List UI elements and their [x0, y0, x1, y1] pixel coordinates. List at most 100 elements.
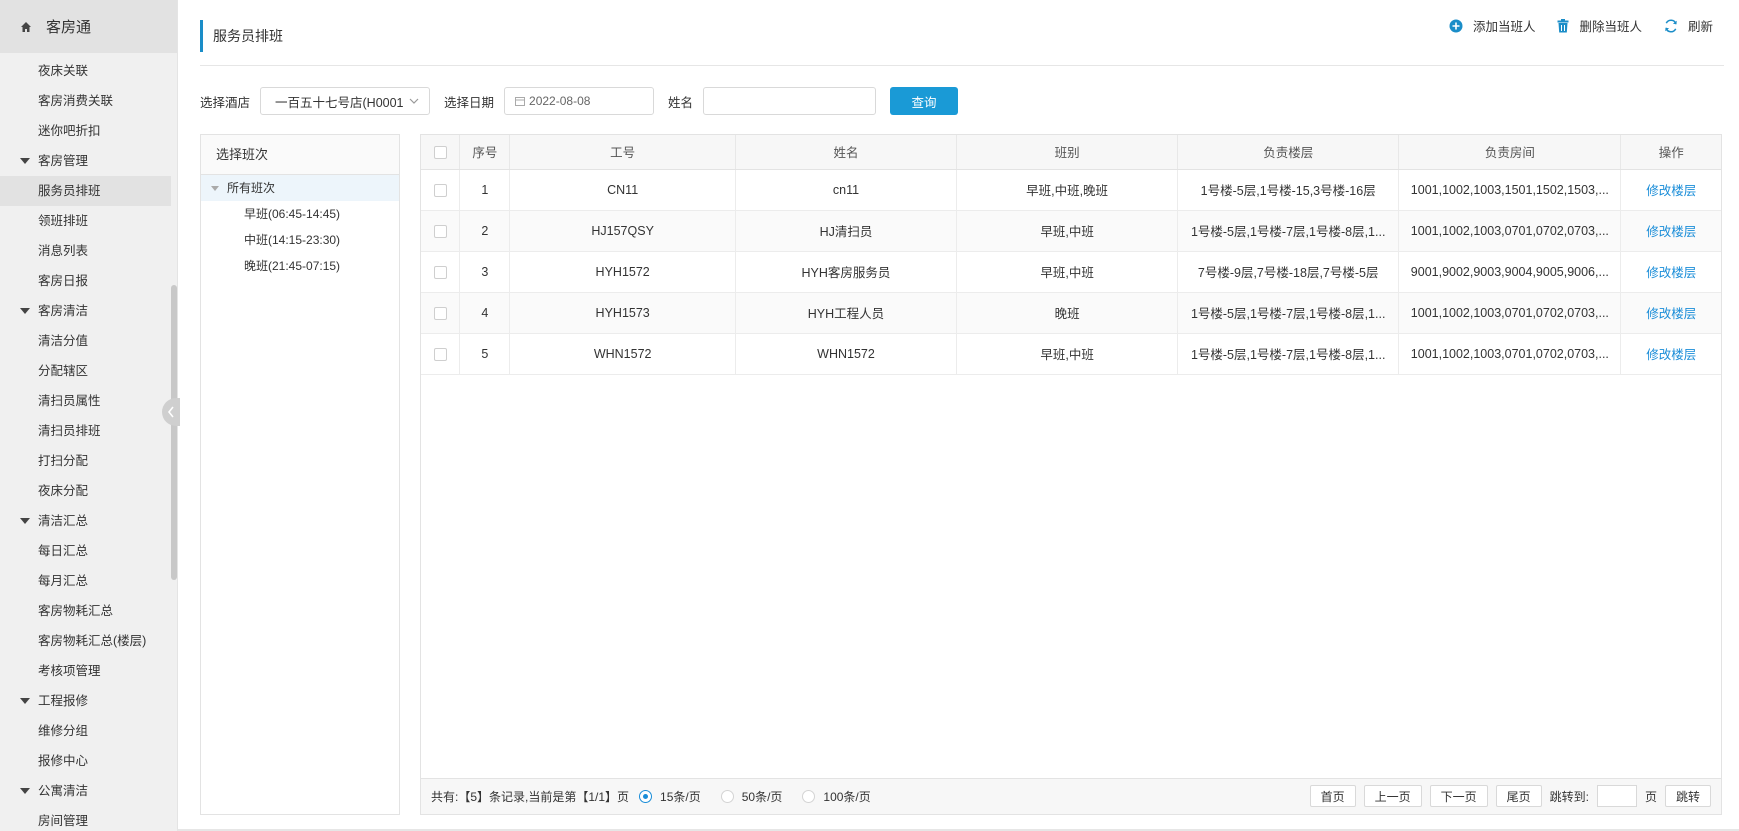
col-header-rooms[interactable]: 负责房间	[1398, 135, 1622, 170]
jump-page-input[interactable]	[1596, 785, 1637, 807]
page-size-label-15: 15条/页	[660, 790, 701, 804]
edit-floors-link[interactable]: 修改楼层	[1646, 225, 1696, 239]
tree-node-morning-shift[interactable]: 早班(06:45-14:45)	[201, 201, 399, 227]
tree-node-middle-shift[interactable]: 中班(14:15-23:30)	[201, 227, 399, 253]
cell-id: HYH1573	[509, 292, 736, 334]
tree-node-night-shift[interactable]: 晚班(21:45-07:15)	[201, 253, 399, 279]
cell-no: 1	[459, 169, 511, 211]
tree-node-all-shifts[interactable]: 所有班次	[201, 175, 399, 201]
prev-page-button[interactable]: 上一页	[1363, 785, 1422, 807]
col-header-id[interactable]: 工号	[509, 135, 736, 170]
row-checkbox[interactable]	[433, 224, 447, 238]
query-button[interactable]: 查询	[890, 87, 959, 115]
hotel-select[interactable]: 一百五十七号店(H0001	[260, 87, 431, 115]
sidebar-group[interactable]: 公寓清洁	[0, 776, 177, 806]
delete-shift-person-button[interactable]: 删除当班人	[1557, 16, 1642, 35]
cell-op: 修改楼层	[1620, 333, 1721, 375]
sidebar-item[interactable]: 房间管理	[0, 806, 177, 831]
cell-floors: 1号楼-5层,1号楼-7层,1号楼-8层,1...	[1177, 333, 1400, 375]
cell-id: WHN1572	[509, 333, 736, 375]
sidebar-scrollbar[interactable]	[171, 285, 177, 580]
col-header-floors[interactable]: 负责楼层	[1177, 135, 1400, 170]
sidebar-group-label: 清洁汇总	[38, 514, 89, 528]
sidebar-item[interactable]: 分配辖区	[0, 356, 177, 386]
sidebar-header[interactable]: 客房通	[0, 0, 177, 53]
sidebar-item[interactable]: 客房物耗汇总	[0, 596, 177, 626]
caret-down-icon	[20, 158, 30, 164]
row-checkbox[interactable]	[433, 183, 447, 197]
jump-button[interactable]: 跳转	[1664, 785, 1711, 807]
edit-floors-link[interactable]: 修改楼层	[1646, 266, 1696, 280]
next-page-button[interactable]: 下一页	[1429, 785, 1488, 807]
sidebar-item[interactable]: 打扫分配	[0, 446, 177, 476]
sidebar-group[interactable]: 工程报修	[0, 686, 177, 716]
refresh-button[interactable]: 刷新	[1664, 16, 1713, 35]
table-row[interactable]: 5 WHN1572 WHN1572 早班,中班 1号楼-5层,1号楼-7层,1号楼-8层…	[421, 333, 1721, 375]
sidebar-item[interactable]: 服务员排班	[0, 176, 171, 206]
edit-floors-link[interactable]: 修改楼层	[1646, 307, 1696, 321]
name-input[interactable]	[703, 87, 877, 115]
page-size-radio-100[interactable]	[802, 790, 816, 803]
sidebar-group[interactable]: 客房管理	[0, 146, 177, 176]
col-header-shift[interactable]: 班别	[956, 135, 1179, 170]
sidebar-group-label: 工程报修	[38, 694, 89, 708]
table-row[interactable]: 1 CN11 cn11 早班,中班,晚班 1号楼-5层,1号楼-15,3号楼-16层 10…	[421, 169, 1721, 211]
hotel-select-value: 一百五十七号店(H0001	[275, 95, 404, 110]
last-page-button[interactable]: 尾页	[1495, 785, 1542, 807]
date-input[interactable]: 2022-08-08	[504, 87, 655, 115]
add-shift-person-button[interactable]: 添加当班人	[1449, 16, 1535, 35]
page-size-radio-50[interactable]	[720, 790, 734, 803]
sidebar-item[interactable]: 清扫员属性	[0, 386, 177, 416]
row-checkbox[interactable]	[433, 265, 447, 279]
header-divider	[200, 65, 1724, 66]
tree-node-label: 所有班次	[227, 181, 276, 195]
cell-floors: 1号楼-5层,1号楼-15,3号楼-16层	[1177, 169, 1400, 211]
cell-no: 2	[459, 210, 511, 252]
cell-id: HYH1572	[509, 251, 736, 293]
sidebar-item[interactable]: 每月汇总	[0, 566, 177, 596]
sidebar-item[interactable]: 客房消费关联	[0, 86, 177, 116]
sidebar-item[interactable]: 考核项管理	[0, 656, 177, 686]
cell-name: HJ清扫员	[735, 210, 958, 252]
table-row[interactable]: 3 HYH1572 HYH客房服务员 早班,中班 7号楼-9层,7号楼-18层,7号楼-…	[421, 251, 1721, 293]
sidebar-item[interactable]: 清洁分值	[0, 326, 177, 356]
cell-select	[421, 292, 461, 334]
pager: 共有:【5】条记录,当前是第【1/1】页 15条/页 50条/页 100条/页 …	[421, 778, 1721, 814]
first-page-button[interactable]: 首页	[1309, 785, 1356, 807]
sidebar-item[interactable]: 每日汇总	[0, 536, 177, 566]
staff-table: 序号 工号 姓名 班别 负责楼层 负责房间 操作 1 CN11 cn11 早班,中班,…	[421, 135, 1721, 375]
col-header-no[interactable]: 序号	[459, 135, 511, 170]
row-checkbox[interactable]	[433, 347, 447, 361]
edit-floors-link[interactable]: 修改楼层	[1646, 184, 1696, 198]
sidebar-item[interactable]: 客房物耗汇总(楼层)	[0, 626, 177, 656]
sidebar-item[interactable]: 报修中心	[0, 746, 177, 776]
table-row[interactable]: 2 HJ157QSY HJ清扫员 早班,中班 1号楼-5层,1号楼-7层,1号楼-8层,…	[421, 210, 1721, 252]
edit-floors-link[interactable]: 修改楼层	[1646, 348, 1696, 362]
date-value: 2022-08-08	[529, 94, 591, 108]
table-panel: 序号 工号 姓名 班别 负责楼层 负责房间 操作 1 CN11 cn11 早班,中班,…	[420, 134, 1722, 815]
sidebar-item[interactable]: 消息列表	[0, 236, 177, 266]
cell-name: HYH工程人员	[735, 292, 958, 334]
sidebar-item[interactable]: 夜床关联	[0, 56, 177, 86]
sidebar-group-label: 客房清洁	[38, 304, 89, 318]
sidebar-item[interactable]: 客房日报	[0, 266, 177, 296]
sidebar-item[interactable]: 夜床分配	[0, 476, 177, 506]
cell-rooms: 1001,1002,1003,0701,0702,0703,...	[1398, 210, 1622, 252]
cell-rooms: 1001,1002,1003,0701,0702,0703,...	[1398, 333, 1622, 375]
cell-shift: 早班,中班	[956, 333, 1179, 375]
app-title: 客房通	[46, 19, 92, 36]
tree-expand-icon[interactable]	[211, 185, 219, 191]
select-all-checkbox[interactable]	[433, 145, 447, 159]
page-size-radio-15[interactable]	[639, 790, 653, 803]
sidebar-group[interactable]: 清洁汇总	[0, 506, 177, 536]
sidebar-group[interactable]: 客房清洁	[0, 296, 177, 326]
sidebar-item[interactable]: 清扫员排班	[0, 416, 177, 446]
cell-no: 5	[459, 333, 511, 375]
sidebar-item[interactable]: 维修分组	[0, 716, 177, 746]
caret-down-icon	[20, 308, 30, 314]
sidebar-item[interactable]: 领班排班	[0, 206, 177, 236]
table-row[interactable]: 4 HYH1573 HYH工程人员 晚班 1号楼-5层,1号楼-7层,1号楼-8层,1.…	[421, 292, 1721, 334]
row-checkbox[interactable]	[433, 306, 447, 320]
col-header-name[interactable]: 姓名	[735, 135, 958, 170]
sidebar-item[interactable]: 迷你吧折扣	[0, 116, 177, 146]
